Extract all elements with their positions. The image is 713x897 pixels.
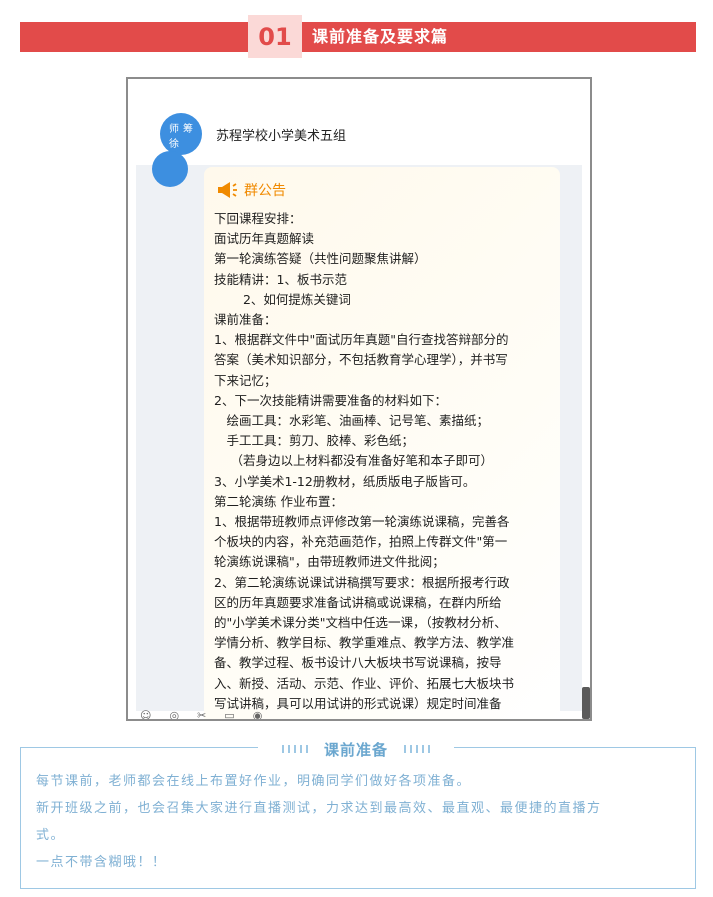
notice-line: 下回课程安排： xyxy=(214,211,302,226)
info-paragraph: 每节课前，老师都会在线上布置好作业，明确同学们做好各项准备。 xyxy=(36,774,472,789)
group-notice-card[interactable]: 群公告 下回课程安排： 面试历年真题解读第一轮演练答疑（共性问题聚焦讲解） 技能精讲… xyxy=(204,167,560,719)
notice-line: 3、小学美术1-12册教材，纸质版电子版皆可。 xyxy=(214,473,476,489)
avatar-char: 徐 xyxy=(169,139,179,150)
notice-line: 2、如何提炼关键词 xyxy=(214,291,351,307)
notice-line: 备、教学过程、板书设计八大板块书写说课稿，按导 xyxy=(214,655,502,671)
section-title: 课前准备及要求篇 xyxy=(312,27,449,46)
group-name[interactable]: 苏程学校小学美术五组 xyxy=(216,125,346,144)
chat-toolbar: ☺◎✂▭◉ xyxy=(140,709,281,719)
chat-body: 群公告 下回课程安排： 面试历年真题解读第一轮演练答疑（共性问题聚焦讲解） 技能精讲… xyxy=(136,151,582,719)
megaphone-icon xyxy=(218,182,237,198)
group-avatar[interactable]: 师 筹 徐 xyxy=(160,113,202,155)
notice-line: 答案（美术知识部分，不包括教育学心理学），并书写 xyxy=(214,352,508,368)
section-number-badge: 01 xyxy=(248,15,302,58)
notice-line: 个板块的内容，补充范画范作，拍照上传群文件"第一 xyxy=(214,534,508,550)
info-paragraph: 新开班级之前，也会召集大家进行直播测试，力求达到最高效、最直观、最便捷的直播方 xyxy=(36,801,602,816)
notice-line: 2、第二轮演练说课试讲稿撰写要求：根据所报考行政 xyxy=(214,574,510,590)
notice-line: 2、下一次技能精讲需要准备的材料如下： xyxy=(214,392,447,408)
notice-title: 群公告 xyxy=(244,183,286,199)
section-number: 01 xyxy=(258,22,292,51)
notice-line: 1、根据群文件中"面试历年真题"自行查找答辩部分的 xyxy=(214,332,509,348)
notice-line: 下来记忆； xyxy=(214,372,277,388)
notice-line: 绘画工具：水彩笔、油画棒、记号笔、素描纸； xyxy=(214,413,490,429)
mic-icon[interactable]: ◉ xyxy=(253,709,281,719)
notice-line: 第二轮演练 作业布置： xyxy=(214,493,343,509)
notice-line: 学情分析、教学目标、教学重难点、教学方法、教学准 xyxy=(214,635,515,651)
info-paragraph: 式。 xyxy=(36,828,66,843)
info-paragraph: 一点不带含糊哦！！ xyxy=(36,855,167,870)
notice-line: 1、根据带班教师点评修改第一轮演练说课稿，完善各 xyxy=(214,514,510,530)
info-text: 每节课前，老师都会在线上布置好作业，明确同学们做好各项准备。 新开班级之前，也会… xyxy=(36,768,666,876)
avatar[interactable] xyxy=(152,151,188,187)
info-title: 课前准备 xyxy=(323,740,388,759)
scrollbar[interactable] xyxy=(582,687,590,719)
notice-content: 下回课程安排： 面试历年真题解读第一轮演练答疑（共性问题聚焦讲解） 技能精讲：1、板… xyxy=(214,209,554,714)
avatar-char: 师 xyxy=(169,124,179,135)
notice-line: 面试历年真题解读 xyxy=(214,231,315,247)
info-header: 课前准备 xyxy=(258,740,454,759)
notice-line: 轮演练说课稿"，由带班教师进文件批阅； xyxy=(214,554,445,570)
dash-decoration-icon xyxy=(281,745,308,753)
notice-line: 第一轮演练答疑（共性问题聚焦讲解） xyxy=(214,251,427,267)
notice-line: 入、新授、活动、示范、作业、评价、拓展七大板块书 xyxy=(214,675,515,691)
emoji-icon[interactable]: ☺ xyxy=(140,709,169,719)
notice-line: 手工工具：剪刀、胶棒、彩色纸； xyxy=(214,433,415,449)
notice-header: 群公告 xyxy=(216,179,286,201)
notice-line: 课前准备： xyxy=(214,312,277,328)
avatar-char: 筹 xyxy=(183,124,193,135)
notice-line: 技能精讲：1、板书示范 xyxy=(214,271,347,287)
notice-line: （若身边以上材料都没有准备好笔和本子即可） xyxy=(214,453,493,469)
notice-line: 的"小学美术课分类"文档中任选一课，（按教材分析、 xyxy=(214,615,507,631)
scissors-icon[interactable]: ✂ xyxy=(197,709,224,719)
notice-line: 区的历年真题要求准备试讲稿或说课稿，在群内所给 xyxy=(214,594,502,610)
folder-icon[interactable]: ▭ xyxy=(224,709,252,719)
chat-header: 师 筹 徐 苏程学校小学美术五组 xyxy=(128,79,590,165)
dash-decoration-icon xyxy=(404,745,430,753)
at-icon[interactable]: ◎ xyxy=(169,709,197,719)
chat-screenshot: 师 筹 徐 苏程学校小学美术五组 群公告 下回课程安排： 面试历年真题解读第一轮演… xyxy=(126,77,592,721)
